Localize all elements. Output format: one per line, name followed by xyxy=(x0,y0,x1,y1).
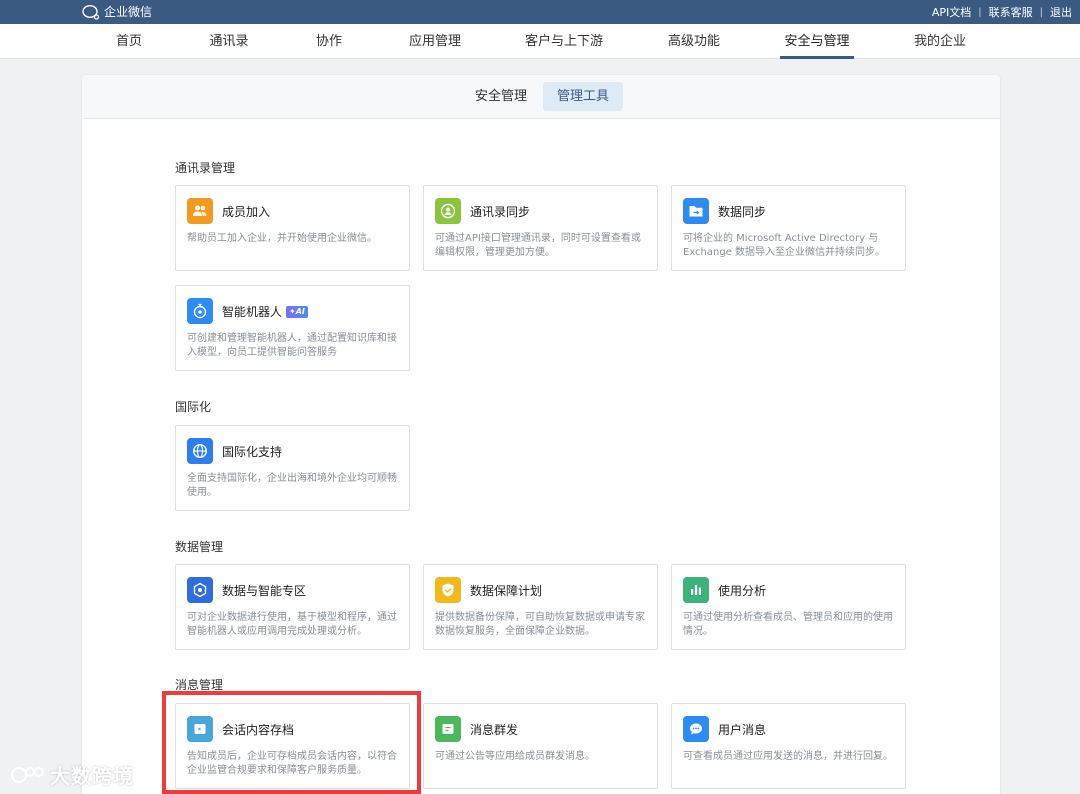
card-title-text: 智能机器人 xyxy=(222,305,283,319)
card-data-sync[interactable]: 数据同步 可将企业的 Microsoft Active Directory 与 … xyxy=(671,185,906,271)
card-data-protection[interactable]: 数据保障计划 提供数据备份保障，可自助恢复数据或申请专家数据恢复服务，全面保障企… xyxy=(423,564,658,650)
tab-security-management[interactable]: 安全管理 xyxy=(461,82,541,111)
folder-sync-icon xyxy=(683,198,709,224)
card-title: 通讯录同步 xyxy=(470,205,531,219)
robot-icon xyxy=(187,298,213,324)
card-desc: 可对企业数据进行使用，基于模型和程序，通过智能机器人或应用调用完成处理或分析。 xyxy=(187,612,397,637)
section-title-data-management: 数据管理 xyxy=(175,540,224,554)
card-mass-message[interactable]: 消息群发 可通过公告等应用给成员群发消息。 xyxy=(423,703,658,789)
watermark: 大数跨境 xyxy=(10,760,134,789)
section-title-contacts: 通讯录管理 xyxy=(175,161,236,175)
card-desc: 可查看成员通过应用发送的消息，并进行回复。 xyxy=(683,751,893,762)
card-title: 用户消息 xyxy=(718,723,767,737)
contact-sync-icon xyxy=(435,198,461,224)
card-i18n-support[interactable]: 国际化支持 全面支持国际化，企业出海和境外企业均可顺畅使用。 xyxy=(175,425,410,511)
card-title: 消息群发 xyxy=(470,723,519,737)
nav-app-management[interactable]: 应用管理 xyxy=(404,24,466,59)
card-desc: 可通过API接口管理通讯录，同时可设置查看或编辑权限，管理更加方便。 xyxy=(435,233,641,258)
bar-chart-icon xyxy=(683,577,709,603)
nav-my-enterprise[interactable]: 我的企业 xyxy=(909,24,971,59)
nav-customers[interactable]: 客户与上下游 xyxy=(520,24,608,59)
highlight-box xyxy=(162,691,421,794)
separator: | xyxy=(1039,6,1043,18)
card-desc: 可通过公告等应用给成员群发消息。 xyxy=(435,751,595,762)
card-title: 数据同步 xyxy=(718,205,767,219)
card-title: 智能机器人 ✦AI xyxy=(222,303,308,320)
card-desc: 提供数据备份保障，可自助恢复数据或申请专家数据恢复服务，全面保障企业数据。 xyxy=(435,612,645,637)
watermark-logo-icon xyxy=(11,766,44,783)
logo-text: 企业微信 xyxy=(104,5,153,19)
logo[interactable]: 企业微信 xyxy=(82,3,152,20)
card-desc: 可将企业的 Microsoft Active Directory 与 Excha… xyxy=(683,233,886,258)
data-zone-icon xyxy=(187,577,213,603)
card-title: 数据与智能专区 xyxy=(222,584,307,598)
api-docs-link[interactable]: API文档 xyxy=(932,4,971,20)
card-desc: 可通过使用分析查看成员、管理员和应用的使用情况。 xyxy=(683,612,893,637)
people-icon xyxy=(187,198,213,224)
section-title-internationalization: 国际化 xyxy=(175,400,212,414)
top-links: API文档 | 联系客服 | 退出 xyxy=(932,4,1072,20)
logout-link[interactable]: 退出 xyxy=(1050,4,1072,20)
wecom-logo-icon xyxy=(82,4,100,20)
card-title: 国际化支持 xyxy=(222,445,283,459)
card-member-join[interactable]: 成员加入 帮助员工加入企业，并开始使用企业微信。 xyxy=(175,185,410,271)
nav-advanced[interactable]: 高级功能 xyxy=(663,24,725,59)
nav-collaboration[interactable]: 协作 xyxy=(309,24,349,59)
shield-icon xyxy=(435,577,461,603)
broadcast-icon xyxy=(435,716,461,742)
ai-badge: ✦AI xyxy=(286,305,308,318)
card-contacts-sync[interactable]: 通讯录同步 可通过API接口管理通讯录，同时可设置查看或编辑权限，管理更加方便。 xyxy=(423,185,658,271)
card-data-ai-zone[interactable]: 数据与智能专区 可对企业数据进行使用，基于模型和程序，通过智能机器人或应用调用完… xyxy=(175,564,410,650)
card-title: 数据保障计划 xyxy=(470,584,543,598)
sub-tabs: 安全管理 管理工具 xyxy=(82,75,1000,119)
card-title: 成员加入 xyxy=(222,205,271,219)
card-desc: 可创建和管理智能机器人，通过配置知识库和接入模型，向员工提供智能问答服务 xyxy=(187,333,397,358)
separator: | xyxy=(978,6,982,18)
card-title: 使用分析 xyxy=(718,584,767,598)
card-desc: 全面支持国际化，企业出海和境外企业均可顺畅使用。 xyxy=(187,473,397,498)
card-desc: 帮助员工加入企业，并开始使用企业微信。 xyxy=(187,233,377,244)
nav-home[interactable]: 首页 xyxy=(108,24,150,59)
card-usage-analytics[interactable]: 使用分析 可通过使用分析查看成员、管理员和应用的使用情况。 xyxy=(671,564,906,650)
card-smart-robot[interactable]: 智能机器人 ✦AI 可创建和管理智能机器人，通过配置知识库和接入模型，向员工提供… xyxy=(175,285,410,371)
nav-security-management[interactable]: 安全与管理 xyxy=(780,24,854,59)
card-user-messages[interactable]: 用户消息 可查看成员通过应用发送的消息，并进行回复。 xyxy=(671,703,906,789)
tab-management-tools[interactable]: 管理工具 xyxy=(543,82,624,111)
globe-icon xyxy=(187,438,213,464)
watermark-text: 大数跨境 xyxy=(50,764,134,788)
ai-badge-text: AI xyxy=(295,306,305,316)
main-nav: 首页 通讯录 协作 应用管理 客户与上下游 高级功能 安全与管理 我的企业 xyxy=(0,24,1080,59)
chat-bubble-icon xyxy=(683,716,709,742)
top-bar: 企业微信 API文档 | 联系客服 | 退出 xyxy=(0,0,1080,24)
contact-support-link[interactable]: 联系客服 xyxy=(989,4,1033,20)
nav-contacts[interactable]: 通讯录 xyxy=(203,24,255,59)
